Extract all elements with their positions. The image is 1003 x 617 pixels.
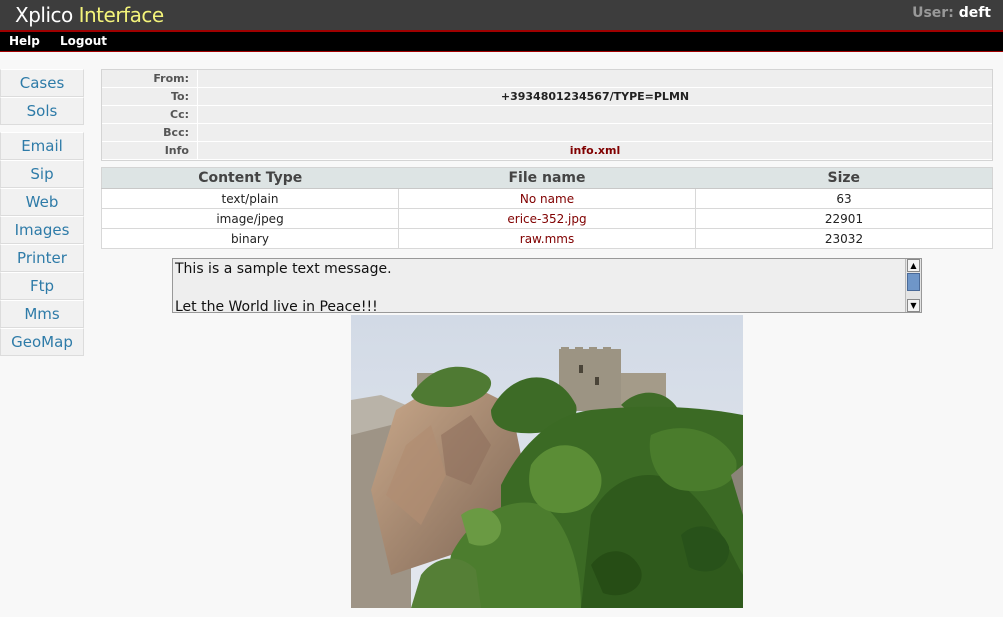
message-line: This is a sample text message. <box>175 261 392 277</box>
message-line: Let the World live in Peace!!! <box>175 299 378 313</box>
cell-file-link[interactable]: No name <box>398 188 696 209</box>
cell-file-link[interactable]: erice-352.jpg <box>398 208 696 229</box>
cell-content-type: image/jpeg <box>101 208 399 229</box>
help-menu-item[interactable]: Help <box>9 34 40 48</box>
scroll-thumb[interactable] <box>907 273 920 291</box>
message-text: This is a sample text message. Let the Wo… <box>175 260 392 313</box>
to-value: +3934801234567/TYPE=PLMN <box>500 90 690 103</box>
mms-parts-table: Content Type File name Size text/plain N… <box>101 167 993 249</box>
sidebar-item-geomap[interactable]: GeoMap <box>0 328 84 356</box>
user-label: User: <box>912 5 954 21</box>
top-menu-bar: Help Logout <box>0 30 1003 52</box>
sidebar-item-email[interactable]: Email <box>0 132 84 160</box>
table-row: binary raw.mms 23032 <box>101 228 993 249</box>
app-header: Xplico Interface User: deft <box>0 0 1003 30</box>
sidebar-item-sip[interactable]: Sip <box>0 160 84 188</box>
app-logo: Xplico Interface <box>15 3 164 27</box>
user-indicator: User: deft <box>912 5 991 21</box>
header-row-info: Info info.xml <box>102 142 992 160</box>
info-link[interactable]: info.xml <box>198 142 992 159</box>
cell-content-type: text/plain <box>101 188 399 209</box>
vertical-scrollbar[interactable]: ▲ ▼ <box>905 259 921 312</box>
bcc-value <box>198 124 992 141</box>
column-header-content-type: Content Type <box>101 167 399 189</box>
logo-interface: Interface <box>78 3 165 27</box>
message-text-area[interactable]: This is a sample text message. Let the Wo… <box>172 258 922 313</box>
cell-size: 63 <box>695 188 993 209</box>
sidebar-item-printer[interactable]: Printer <box>0 244 84 272</box>
scroll-down-icon[interactable]: ▼ <box>907 299 920 312</box>
logo-xplico: Xplico <box>15 3 73 27</box>
message-line <box>175 279 392 298</box>
sidebar-item-web[interactable]: Web <box>0 188 84 216</box>
header-row-bcc: Bcc: <box>102 124 992 142</box>
cell-content-type: binary <box>101 228 399 249</box>
column-header-file-name: File name <box>398 167 696 189</box>
sidebar-item-sols[interactable]: Sols <box>0 97 84 125</box>
scroll-up-icon[interactable]: ▲ <box>907 259 920 272</box>
to-label: To: <box>102 88 198 105</box>
sidebar: Cases Sols Email Sip Web Images Printer … <box>0 69 84 356</box>
header-row-from: From: <box>102 70 992 88</box>
user-name: deft <box>958 5 991 21</box>
from-value <box>198 70 992 87</box>
from-label: From: <box>102 70 198 87</box>
bcc-label: Bcc: <box>102 124 198 141</box>
cell-file-link[interactable]: raw.mms <box>398 228 696 249</box>
header-row-cc: Cc: <box>102 106 992 124</box>
sidebar-item-images[interactable]: Images <box>0 216 84 244</box>
column-header-size: Size <box>695 167 993 189</box>
sidebar-divider <box>0 125 84 132</box>
table-row: text/plain No name 63 <box>101 188 993 209</box>
table-header-row: Content Type File name Size <box>101 167 993 189</box>
header-row-to: To: +3934801234567/TYPE=PLMN <box>102 88 992 106</box>
cc-label: Cc: <box>102 106 198 123</box>
mms-image-castle <box>351 315 743 608</box>
message-header-table: From: To: +3934801234567/TYPE=PLMN Cc: B… <box>101 69 993 161</box>
table-row: image/jpeg erice-352.jpg 22901 <box>101 208 993 229</box>
sidebar-item-ftp[interactable]: Ftp <box>0 272 84 300</box>
sidebar-item-cases[interactable]: Cases <box>0 69 84 97</box>
info-label: Info <box>102 142 198 159</box>
cell-size: 22901 <box>695 208 993 229</box>
cc-value <box>198 106 992 123</box>
cell-size: 23032 <box>695 228 993 249</box>
logout-menu-item[interactable]: Logout <box>60 34 107 48</box>
sidebar-item-mms[interactable]: Mms <box>0 300 84 328</box>
